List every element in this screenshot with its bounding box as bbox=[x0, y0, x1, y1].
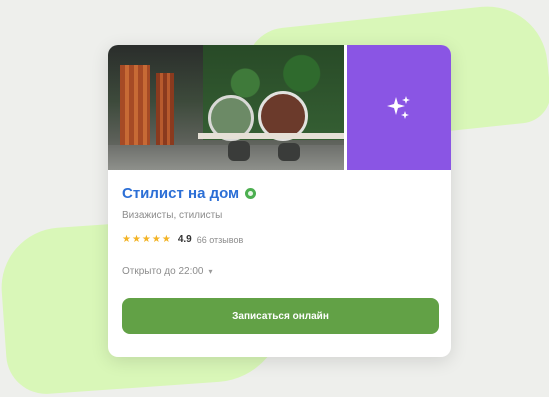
rating-value: 4.9 bbox=[177, 234, 192, 245]
ai-tile[interactable] bbox=[347, 45, 451, 170]
star-rating-icon: ★★★★★ bbox=[122, 234, 172, 245]
hours-text: Открыто до 22:00 bbox=[122, 266, 204, 277]
photo-chair-2 bbox=[278, 143, 300, 161]
photo-floor bbox=[108, 145, 344, 170]
verified-badge-icon bbox=[245, 188, 257, 199]
chevron-down-icon: ▾ bbox=[208, 267, 213, 276]
opening-hours[interactable]: Открыто до 22:00 ▾ bbox=[122, 266, 213, 277]
business-title[interactable]: Стилист на дом bbox=[122, 185, 239, 202]
photo-counter bbox=[198, 133, 344, 139]
photo-gallery[interactable] bbox=[108, 45, 451, 170]
business-category: Визажисты, стилисты bbox=[122, 210, 223, 221]
book-online-button[interactable]: Записаться онлайн bbox=[122, 298, 439, 334]
reviews-count[interactable]: 66 отзывов bbox=[197, 235, 244, 245]
business-card: Стилист на дом Визажисты, стилисты ★★★★★… bbox=[108, 45, 451, 357]
title-row: Стилист на дом bbox=[122, 185, 257, 202]
photo-chair bbox=[228, 141, 250, 161]
rating-row[interactable]: ★★★★★ 4.9 66 отзывов bbox=[122, 234, 243, 245]
sparkles-icon bbox=[387, 95, 410, 119]
salon-photo[interactable] bbox=[108, 45, 344, 170]
